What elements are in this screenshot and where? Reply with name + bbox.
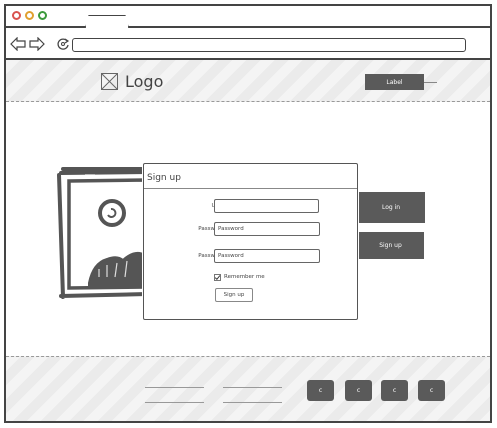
hero-image-placeholder (57, 167, 147, 299)
footer-link[interactable] (223, 402, 282, 403)
confirm-password-input[interactable]: Password (214, 249, 320, 263)
remember-me-label: Remember me (224, 274, 265, 280)
forward-arrow-icon[interactable] (29, 37, 45, 51)
page-header: Logo Label (6, 60, 490, 102)
footer-link[interactable] (223, 387, 282, 388)
footer-link[interactable] (145, 387, 204, 388)
address-bar[interactable] (72, 38, 466, 52)
footer-button[interactable]: c (345, 380, 372, 401)
password-input[interactable]: Password (214, 222, 320, 236)
browser-window: Logo Label Log in Sign up Sign up User P… (4, 4, 492, 423)
back-arrow-icon[interactable] (10, 37, 26, 51)
close-window-button[interactable] (12, 11, 21, 20)
browser-tab[interactable] (85, 15, 129, 28)
header-button-line (424, 82, 437, 83)
maximize-window-button[interactable] (38, 11, 47, 20)
signup-submit-button[interactable]: Sign up (215, 288, 253, 302)
login-button[interactable]: Log in (357, 192, 425, 223)
title-divider (144, 188, 357, 189)
footer-button[interactable]: c (418, 380, 445, 401)
footer-button[interactable]: c (381, 380, 408, 401)
reload-icon[interactable] (56, 37, 70, 51)
header-label-button[interactable]: Label (365, 74, 424, 90)
logo-text: Logo (125, 72, 164, 91)
logo-image-icon (101, 73, 118, 90)
signup-title: Sign up (147, 173, 181, 183)
footer-link[interactable] (145, 402, 204, 403)
signup-dialog: Sign up User Password Password Password … (143, 163, 358, 320)
user-input[interactable] (214, 199, 319, 213)
minimize-window-button[interactable] (25, 11, 34, 20)
navigation-bar (6, 28, 490, 60)
remember-me-checkbox[interactable] (214, 274, 221, 281)
side-signup-button[interactable]: Sign up (357, 232, 424, 259)
tab-bar (6, 6, 490, 28)
footer-button[interactable]: c (307, 380, 334, 401)
